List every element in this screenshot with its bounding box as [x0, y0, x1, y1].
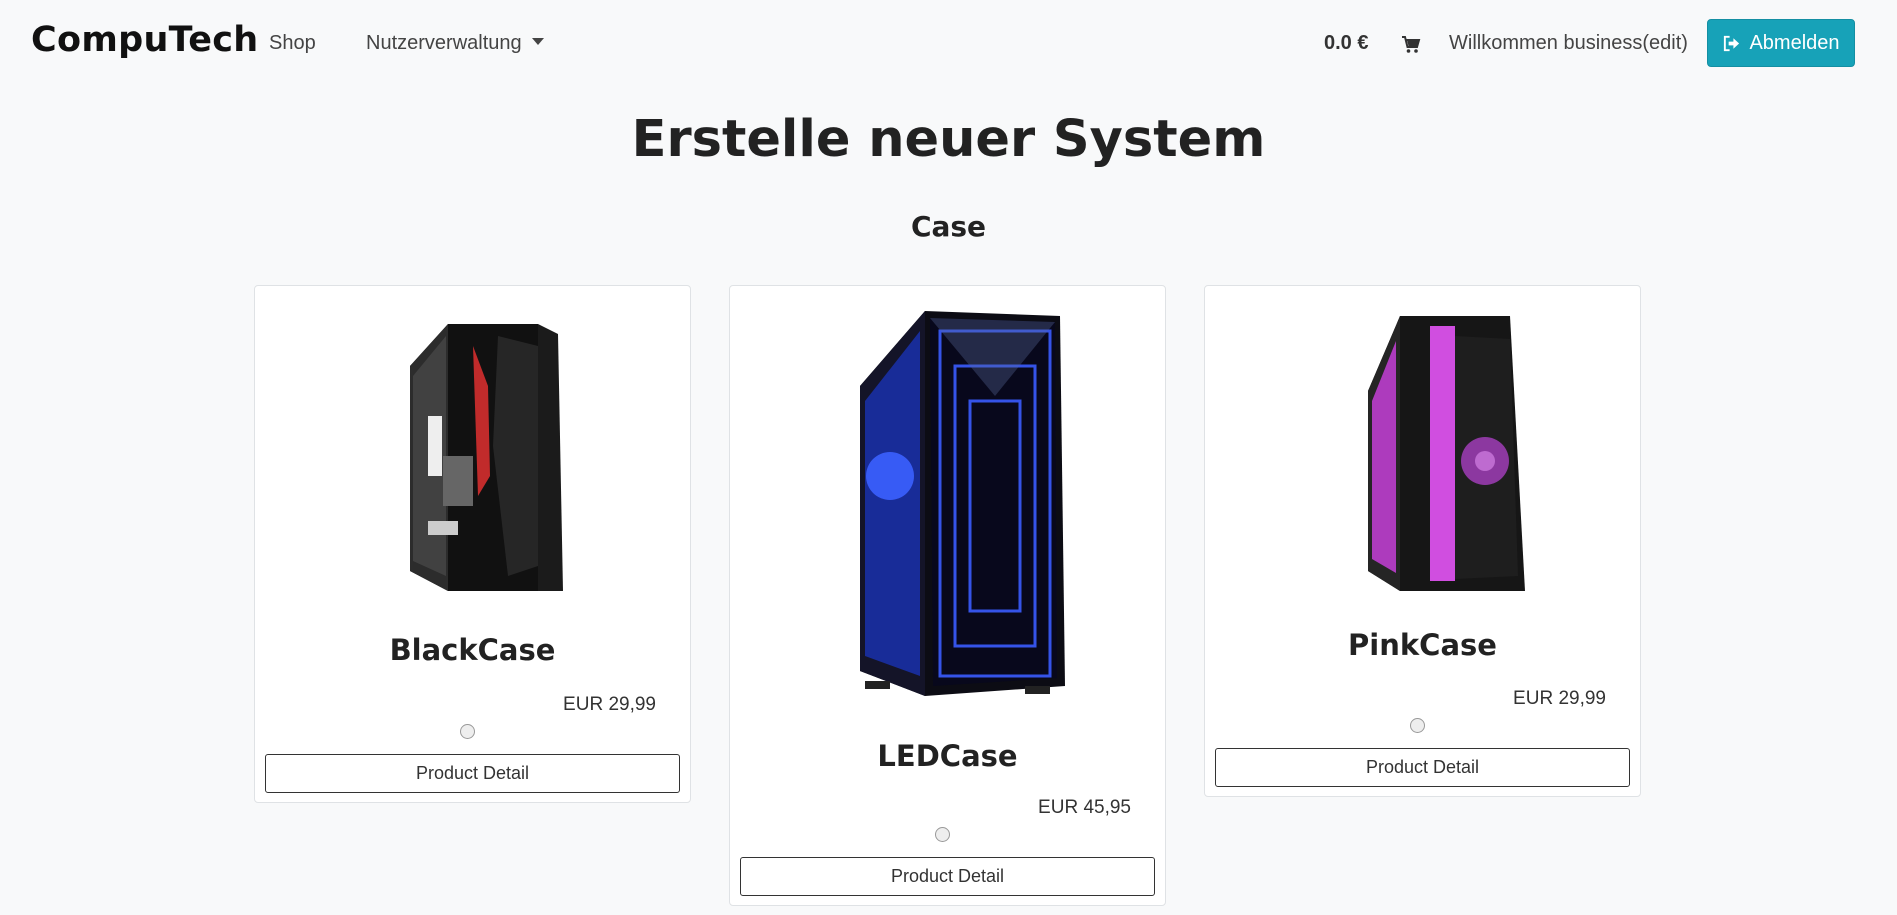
- product-price: EUR 45,95: [1038, 797, 1131, 818]
- page-title: Erstelle neuer System: [631, 110, 1266, 169]
- sign-out-icon: [1724, 35, 1740, 51]
- product-price: EUR 29,99: [563, 694, 656, 715]
- nav-user-management-dropdown[interactable]: Nutzerverwaltung: [366, 32, 544, 55]
- product-select-radio[interactable]: [460, 724, 475, 739]
- product-card-pinkcase: PinkCase EUR 29,99 Product Detail: [1204, 285, 1641, 797]
- logout-button[interactable]: Abmelden: [1707, 19, 1855, 67]
- brand-logo[interactable]: CompuTech: [31, 20, 259, 60]
- product-image-blackcase: [410, 324, 563, 591]
- welcome-user-link[interactable]: Willkommen business(edit): [1449, 32, 1688, 55]
- caret-down-icon: [531, 38, 544, 46]
- shopping-cart-icon[interactable]: [1401, 35, 1421, 55]
- product-select-radio[interactable]: [935, 827, 950, 842]
- product-name: PinkCase: [1348, 628, 1497, 662]
- product-select-radio[interactable]: [1410, 718, 1425, 733]
- product-name: LEDCase: [877, 739, 1018, 773]
- product-detail-button[interactable]: Product Detail: [740, 857, 1155, 896]
- nav-user-management-label: Nutzerverwaltung: [366, 32, 522, 54]
- product-price: EUR 29,99: [1513, 688, 1606, 709]
- section-title: Case: [910, 210, 987, 243]
- product-detail-button[interactable]: Product Detail: [1215, 748, 1630, 787]
- product-image-ledcase: [860, 311, 1065, 696]
- product-detail-button[interactable]: Product Detail: [265, 754, 680, 793]
- logout-label: Abmelden: [1749, 31, 1840, 54]
- product-image-pinkcase: [1368, 316, 1525, 591]
- product-card-ledcase: LEDCase EUR 45,95 Product Detail: [729, 285, 1166, 906]
- navbar: CompuTech Shop Nutzerverwaltung 0.0 € Wi…: [0, 0, 1897, 88]
- product-card-blackcase: BlackCase EUR 29,99 Product Detail: [254, 285, 691, 803]
- cart-total: 0.0 €: [1324, 32, 1369, 54]
- product-name: BlackCase: [389, 633, 556, 667]
- nav-shop-link[interactable]: Shop: [269, 32, 316, 55]
